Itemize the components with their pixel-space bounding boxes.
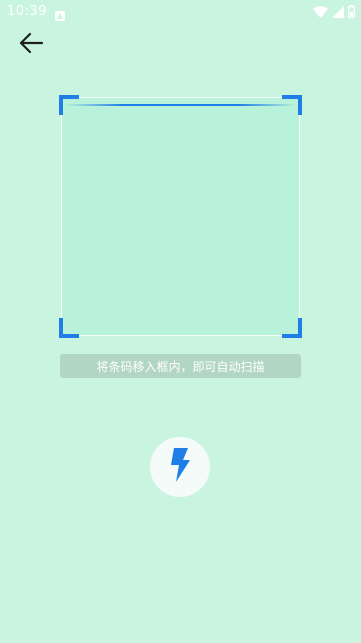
scan-corner-top-left: [59, 95, 79, 115]
scan-corner-bottom-right: [282, 318, 302, 338]
wifi-icon: [313, 3, 328, 22]
scan-hint: 将条码移入框内，即可自动扫描: [60, 354, 301, 378]
cellular-signal-icon: [332, 3, 344, 22]
back-button[interactable]: [14, 30, 48, 60]
flashlight-button[interactable]: [150, 437, 210, 497]
scan-area: [61, 97, 300, 336]
status-bar: 10:39: [0, 0, 361, 24]
battery-icon: [348, 3, 355, 22]
scan-frame: [59, 95, 302, 338]
scan-corner-top-right: [282, 95, 302, 115]
arrow-left-icon: [18, 32, 44, 58]
status-time: 10:39: [7, 4, 47, 19]
scan-line: [65, 104, 296, 106]
flash-icon: [170, 448, 190, 486]
status-icons: [313, 3, 355, 22]
scan-corner-bottom-left: [59, 318, 79, 338]
scan-hint-text: 将条码移入框内，即可自动扫描: [96, 359, 265, 374]
notification-app-icon: [55, 6, 65, 21]
